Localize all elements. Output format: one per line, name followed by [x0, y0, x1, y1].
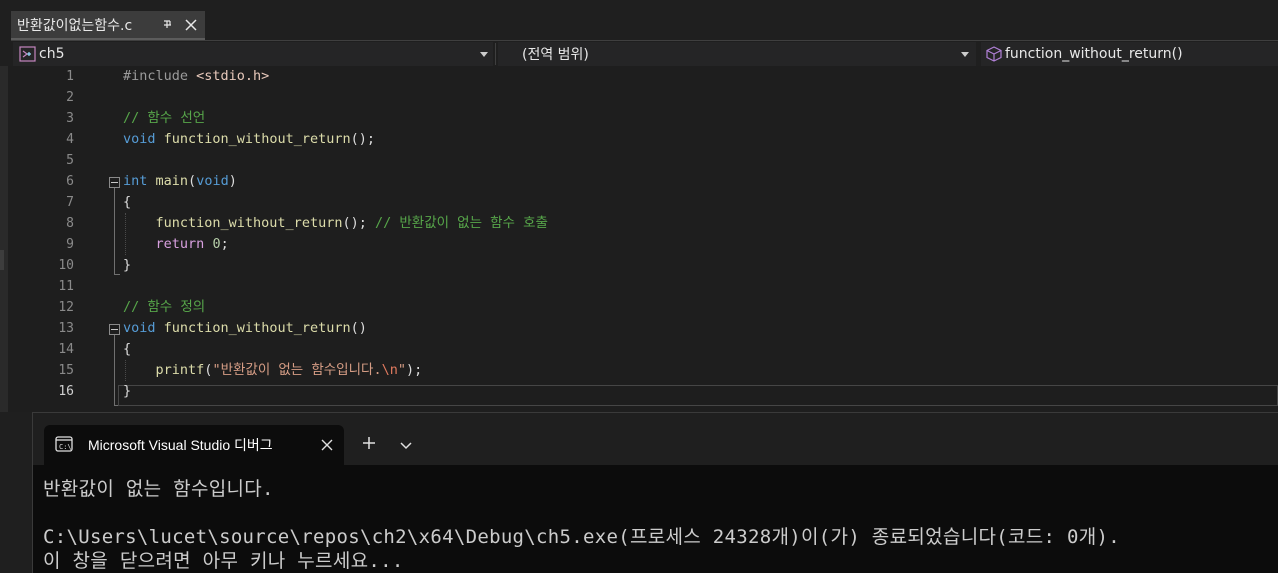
line-number: 5 [66, 153, 74, 168]
line-number: 11 [58, 279, 74, 294]
debug-console-window[interactable]: C:\ Microsoft Visual Studio 디버그 반환값이 없는 … [32, 412, 1278, 573]
code-function-call: function_without_return [155, 215, 343, 231]
code-escape: \n [381, 362, 398, 378]
code-line-12[interactable]: // 함수 정의 [123, 297, 205, 318]
line-number: 15 [58, 363, 74, 378]
terminal-output-line: 반환값이 없는 함수입니다. [43, 478, 274, 500]
navigation-bar: ch5 (전역 범위) function_without_return() [11, 40, 1278, 66]
fold-guide [114, 335, 115, 405]
code-comment: // 함수 정의 [123, 299, 206, 315]
line-number: 1 [66, 69, 74, 84]
code-line-16[interactable]: } [123, 381, 131, 402]
terminal-titlebar: C:\ Microsoft Visual Studio 디버그 [33, 413, 1278, 465]
code-line-4[interactable]: void function_without_return(); [123, 129, 375, 150]
project-dropdown[interactable]: ch5 [13, 42, 493, 66]
scope-dropdown[interactable]: (전역 범위) [498, 42, 976, 66]
code-keyword: void [196, 173, 229, 189]
preprocessor-directive: #include [123, 68, 197, 84]
code-line-7[interactable]: { [123, 192, 131, 213]
chevron-down-icon[interactable] [480, 52, 488, 57]
line-number: 10 [58, 258, 74, 273]
code-punctuation: ); [405, 362, 423, 378]
code-keyword: void [123, 320, 156, 336]
terminal-tab-title: Microsoft Visual Studio 디버그 [88, 437, 273, 453]
current-line-highlight [118, 385, 1278, 406]
fold-guide [114, 188, 115, 274]
code-function-name: main [155, 173, 189, 189]
line-number: 7 [66, 195, 74, 210]
terminal-icon: C:\ [55, 436, 73, 452]
document-tab-strip: 반환값이없는함수.c [0, 0, 1278, 40]
code-function-call: printf [155, 362, 205, 378]
code-brace: { [123, 194, 132, 210]
collapse-icon[interactable] [109, 177, 120, 188]
line-number: 13 [58, 321, 74, 336]
code-keyword: void [123, 131, 156, 147]
terminal-output-line: 이 창을 닫으려면 아무 키나 누르세요... [43, 550, 404, 572]
line-number-current: 16 [58, 384, 74, 399]
code-function-name: function_without_return [163, 131, 351, 147]
code-line-9[interactable]: return 0; [123, 234, 229, 255]
svg-text:C:\: C:\ [59, 443, 72, 451]
code-punctuation: ( [188, 173, 197, 189]
project-label: ch5 [39, 46, 65, 62]
pin-icon[interactable] [161, 17, 175, 33]
code-punctuation: (); [350, 131, 375, 147]
code-function-name: function_without_return [163, 320, 351, 336]
code-brace: { [123, 341, 132, 357]
code-line-13[interactable]: void function_without_return() [123, 318, 367, 339]
close-icon[interactable] [320, 437, 334, 451]
document-tab-title[interactable]: 반환값이없는함수.c [11, 15, 132, 35]
code-keyword: return [155, 236, 205, 252]
line-number: 3 [66, 111, 74, 126]
code-punctuation: () [350, 320, 367, 336]
code-keyword: int [123, 173, 148, 189]
include-header: <stdio.h> [196, 68, 270, 84]
line-number: 4 [66, 132, 74, 147]
terminal-output-line: C:\Users\lucet\source\repos\ch2\x64\Debu… [43, 526, 1121, 548]
line-number-gutter: 1 2 3 4 5 6 7 8 9 10 11 12 13 14 15 16 [30, 66, 112, 412]
nav-separator [495, 43, 496, 65]
line-number: 8 [66, 216, 74, 231]
chevron-down-icon[interactable] [399, 437, 413, 450]
code-number: 0 [212, 236, 221, 252]
method-cube-icon [985, 46, 1003, 62]
line-number: 14 [58, 342, 74, 357]
code-line-10[interactable]: } [123, 255, 131, 276]
project-icon [19, 46, 37, 62]
code-line-15[interactable]: printf("반환값이 없는 함수입니다.\n"); [123, 360, 423, 381]
plus-icon[interactable] [361, 435, 377, 451]
code-punctuation: (); [342, 215, 375, 231]
code-comment: // 반환값이 없는 함수 호출 [374, 215, 548, 231]
editor-left-rail [0, 66, 8, 412]
document-tab-active[interactable]: 반환값이없는함수.c [11, 11, 205, 40]
code-line-8[interactable]: function_without_return(); // 반환값이 없는 함수… [123, 213, 548, 234]
line-number: 9 [66, 237, 74, 252]
collapse-icon[interactable] [109, 324, 120, 335]
line-number: 12 [58, 300, 74, 315]
code-editor[interactable]: 1 2 3 4 5 6 7 8 9 10 11 12 13 14 15 16 #… [0, 66, 1278, 412]
line-number: 6 [66, 174, 74, 189]
member-dropdown[interactable]: function_without_return() [981, 42, 1278, 66]
chevron-down-icon[interactable] [961, 52, 969, 57]
rail-marker [0, 250, 4, 270]
code-punctuation: ; [220, 236, 229, 252]
member-label: function_without_return() [1005, 46, 1183, 62]
code-comment: // 함수 선언 [123, 110, 206, 126]
code-brace: } [123, 383, 132, 399]
code-string: "반환값이 없는 함수입니다. [212, 362, 382, 378]
code-line-14[interactable]: { [123, 339, 131, 360]
line-number: 2 [66, 90, 74, 105]
code-line-6[interactable]: int main(void) [123, 171, 237, 192]
terminal-tab[interactable]: C:\ Microsoft Visual Studio 디버그 [44, 425, 344, 465]
close-icon[interactable] [183, 17, 199, 33]
code-string: " [397, 362, 406, 378]
fold-guide-end [114, 274, 120, 275]
code-punctuation: ) [228, 173, 237, 189]
code-line-3[interactable]: // 함수 선언 [123, 108, 205, 129]
code-line-1[interactable]: #include <stdio.h> [123, 66, 269, 87]
scope-label: (전역 범위) [522, 47, 589, 63]
code-brace: } [123, 257, 132, 273]
